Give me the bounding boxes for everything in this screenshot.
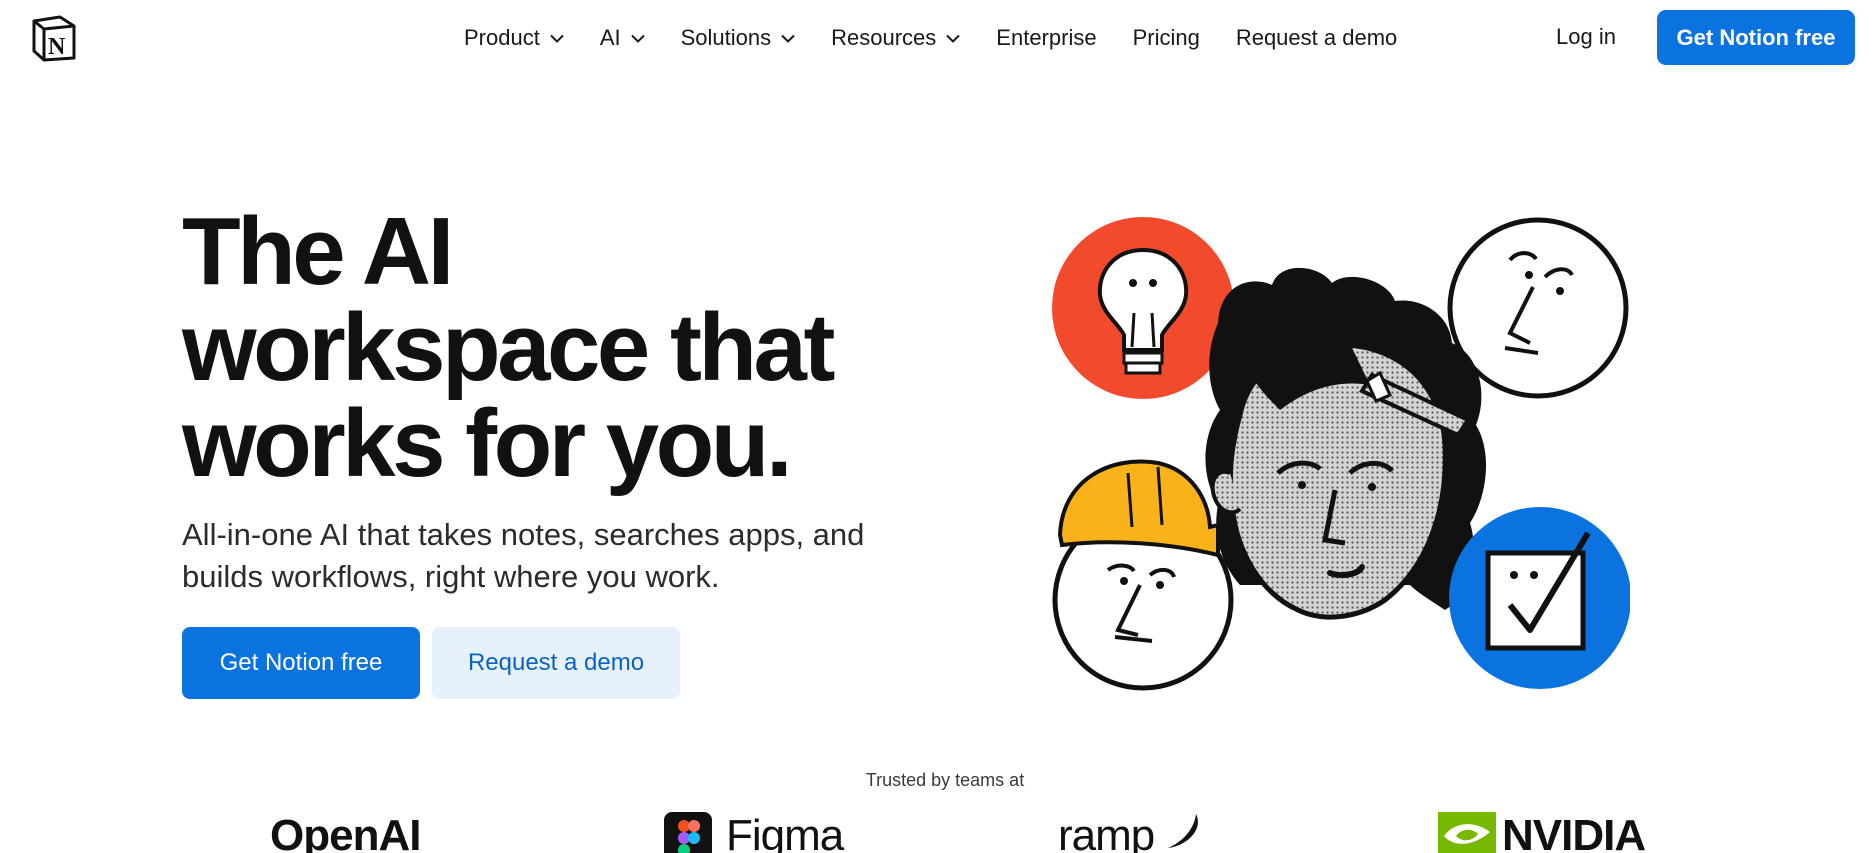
nvidia-logo: NVIDIA [1438,812,1646,853]
nav-item-label: Request a demo [1235,25,1398,50]
customer-logos: OpenAI Figma ramp NVIDIA [0,812,1874,853]
openai-logo: OpenAI [270,812,421,853]
nav-item-pricing[interactable]: Pricing [1133,25,1200,51]
hero-subhead: All-in-one AI that takes notes, searches… [182,514,942,598]
nav-item-label: Solutions [680,25,772,50]
subhead-line: builds workflows, right where you work. [182,559,720,594]
figma-icon [664,812,712,853]
hero-headline: The AI workspace that works for you. [182,204,942,492]
nav-links: Product AI Solutions Resources Enterpris… [464,0,1397,76]
login-link[interactable]: Log in [1556,24,1616,50]
chevron-down-icon [550,34,564,43]
nav-item-label: Enterprise [996,25,1097,50]
svg-text:N: N [48,34,66,60]
headline-line: works for you. [182,390,793,497]
headline-line: workspace that [182,294,835,401]
nav-item-solutions[interactable]: Solutions [681,25,796,51]
nav-item-label: AI [599,25,621,50]
nav-item-product[interactable]: Product [464,25,564,51]
nav-item-ai[interactable]: AI [600,25,645,51]
trusted-by-label: Trusted by teams at [865,770,1025,790]
nav-item-label: Product [464,25,540,50]
nav-item-enterprise[interactable]: Enterprise [996,25,1096,51]
chevron-down-icon [946,34,961,43]
notion-logo-icon[interactable]: N [30,14,78,62]
chevron-down-icon [630,34,645,43]
nav-item-label: Resources [831,25,937,50]
nvidia-eye-icon [1438,812,1496,853]
ramp-swoosh-icon [1168,814,1199,848]
top-nav: N Product AI Solutions Resources Enterpr… [0,0,1874,76]
subhead-line: All-in-one AI that takes notes, searches… [182,517,865,552]
figma-logo: Figma [664,812,844,853]
checkbox-task-icon [1449,507,1630,689]
hero-illustration [1052,217,1630,691]
hero-get-notion-free-button[interactable]: Get Notion free [182,627,420,699]
get-notion-free-button[interactable]: Get Notion free [1657,10,1855,65]
main-character-face-icon [1205,267,1487,620]
builder-face-icon [1052,459,1234,691]
headline-line: The AI [182,198,454,305]
nav-item-label: Pricing [1132,25,1200,50]
nav-item-request-demo[interactable]: Request a demo [1236,25,1397,51]
lightbulb-idea-icon [1052,217,1234,399]
nav-item-resources[interactable]: Resources [831,25,961,51]
hero-request-demo-button[interactable]: Request a demo [432,627,680,699]
chevron-down-icon [781,34,795,43]
ramp-logo: ramp [1058,812,1204,853]
